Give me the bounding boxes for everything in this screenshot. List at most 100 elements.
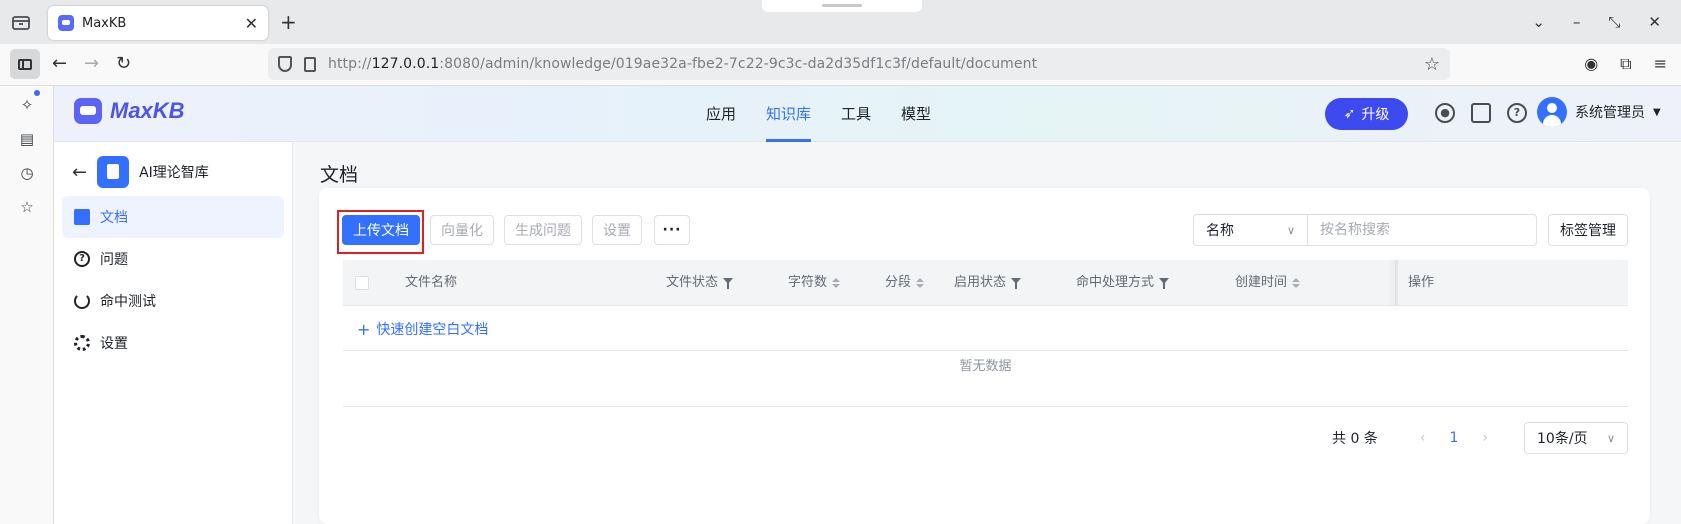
github-icon[interactable]: ● (1435, 103, 1455, 123)
close-window-icon[interactable]: ✕ (1648, 13, 1661, 31)
drag-handle[interactable] (762, 0, 922, 12)
total-count: 共 0 条 (1332, 431, 1378, 447)
col-hit-handling[interactable]: 命中处理方式 (1076, 260, 1170, 306)
plus-icon: + (357, 319, 371, 339)
row-divider (343, 350, 1628, 351)
maxkb-favicon-icon (58, 15, 74, 31)
page-info-icon[interactable] (304, 56, 316, 72)
tag-manage-button[interactable]: 标签管理 (1548, 214, 1628, 246)
pagination: 共 0 条 ‹ 1 › 10条/页 ∨ (1332, 422, 1628, 454)
col-enable-status[interactable]: 启用状态 (954, 260, 1022, 306)
browser-toolbar-right: ◉ ⧉ ≡ (1584, 54, 1667, 74)
nav-knowledge[interactable]: 知识库 (766, 86, 812, 142)
highlight-box (337, 210, 424, 254)
settings-button[interactable]: 设置 (592, 215, 642, 245)
new-tab-button[interactable]: + (280, 10, 297, 34)
back-arrow-icon[interactable]: ← (72, 162, 87, 183)
browser-tab[interactable]: MaxKB ✕ (48, 6, 268, 40)
nav-apps[interactable]: 应用 (706, 86, 736, 142)
nav-tools[interactable]: 工具 (841, 86, 871, 142)
knowledge-sidebar: ← AI理论智库 文档 ? 问题 命中测试 设置 (54, 142, 293, 524)
tab-title: MaxKB (82, 15, 127, 31)
minimize-icon[interactable]: – (1573, 13, 1581, 31)
back-icon[interactable]: ← (52, 53, 67, 74)
ai-sparkle-icon[interactable]: ✧ (18, 96, 36, 114)
col-segments[interactable]: 分段 (885, 260, 925, 306)
sidebar-toggle-button[interactable] (10, 49, 40, 79)
page-number[interactable]: 1 (1449, 430, 1458, 446)
nav-models[interactable]: 模型 (901, 86, 931, 142)
sidebar-item-documents[interactable]: 文档 (62, 196, 284, 238)
menu-icon[interactable]: ≡ (1654, 54, 1667, 74)
upgrade-label: 升级 (1361, 107, 1390, 123)
url-text[interactable]: http://127.0.0.1:8080/admin/knowledge/01… (328, 56, 1424, 72)
select-all-checkbox[interactable] (355, 276, 369, 290)
search-input[interactable] (1308, 215, 1536, 245)
chevron-down-icon: ∨ (1286, 223, 1295, 237)
question-icon: ? (74, 251, 90, 267)
logo-text: MaxKB (110, 98, 185, 123)
reload-icon[interactable]: ↻ (116, 53, 131, 74)
history-icon[interactable]: ◷ (18, 164, 36, 182)
bookmark-star-icon[interactable]: ☆ (1424, 54, 1440, 75)
extensions-icon[interactable]: ⧉ (1620, 54, 1631, 74)
table-header: 文件名称 文件状态 字符数 分段 启用状态 命中处理方式 创建时间 操作 (343, 260, 1628, 306)
search-field-select[interactable]: 名称 ∨ (1194, 215, 1308, 245)
rocket-icon: ➶ (1343, 106, 1356, 122)
browser-tab-strip: MaxKB ✕ + ⌄ – ⤡ ✕ (0, 0, 1681, 44)
upgrade-button[interactable]: ➶ 升级 (1325, 98, 1408, 130)
sort-icon[interactable] (1292, 278, 1301, 288)
filter-icon[interactable] (1159, 277, 1170, 289)
row-divider (343, 406, 1628, 407)
filter-icon[interactable] (723, 277, 734, 289)
user-name: 系统管理员 (1575, 105, 1645, 121)
shield-icon[interactable] (278, 56, 292, 72)
sort-icon[interactable] (916, 278, 925, 288)
search-field-value: 名称 (1206, 223, 1234, 239)
more-button[interactable]: ··· (654, 215, 690, 245)
hit-test-icon (74, 293, 90, 309)
sidebar-item-hit-test[interactable]: 命中测试 (62, 280, 284, 322)
page-size-select[interactable]: 10条/页 ∨ (1524, 422, 1628, 454)
window-controls: ⌄ – ⤡ ✕ (1532, 0, 1681, 44)
prev-page-icon[interactable]: ‹ (1420, 430, 1426, 446)
quick-create-label: 快速创建空白文档 (376, 322, 489, 338)
chevron-down-icon[interactable]: ⌄ (1532, 13, 1545, 31)
col-created-time[interactable]: 创建时间 (1235, 260, 1301, 306)
forward-icon[interactable]: → (84, 53, 99, 74)
user-menu[interactable]: 系统管理员 ▼ (1537, 97, 1661, 127)
url-prefix: http:// (328, 56, 372, 72)
vectorize-button[interactable]: 向量化 (430, 215, 494, 245)
generate-questions-button[interactable]: 生成问题 (504, 215, 582, 245)
sidebar-item-label: 命中测试 (100, 294, 156, 310)
bookmarks-icon[interactable]: ☆ (18, 198, 36, 216)
synced-tabs-icon[interactable]: ▤ (18, 130, 36, 148)
col-label: 字符数 (788, 275, 828, 290)
sidebar-item-label: 问题 (100, 252, 128, 268)
col-char-count[interactable]: 字符数 (788, 260, 841, 306)
col-label: 文件状态 (666, 275, 719, 290)
col-operations: 操作 (1395, 260, 1628, 306)
next-page-icon[interactable]: › (1482, 430, 1488, 446)
tab-list-icon[interactable] (10, 11, 32, 33)
caret-down-icon: ▼ (1653, 106, 1661, 118)
col-file-status[interactable]: 文件状态 (666, 260, 734, 306)
quick-create-link[interactable]: + 快速创建空白文档 (357, 319, 488, 339)
tab-close-icon[interactable]: ✕ (245, 14, 258, 33)
sidebar-item-questions[interactable]: ? 问题 (62, 238, 284, 280)
maxkb-app: MaxKB 应用 知识库 工具 模型 ➶ 升级 ● ? 系统管理员 ▼ ← AI… (54, 86, 1681, 524)
sidebar-item-settings[interactable]: 设置 (62, 322, 284, 364)
filter-icon[interactable] (1011, 277, 1022, 289)
help-icon[interactable]: ? (1507, 103, 1527, 123)
docs-book-icon[interactable] (1471, 103, 1491, 123)
sidebar-item-label: 文档 (100, 210, 128, 226)
logo[interactable]: MaxKB (74, 98, 185, 124)
restore-icon[interactable]: ⤡ (1608, 13, 1620, 31)
account-icon[interactable]: ◉ (1584, 54, 1598, 74)
robot-logo-icon (74, 98, 102, 124)
app-header: MaxKB 应用 知识库 工具 模型 ➶ 升级 ● ? 系统管理员 ▼ (54, 86, 1681, 142)
url-bar[interactable]: http://127.0.0.1:8080/admin/knowledge/01… (268, 48, 1450, 80)
document-icon (74, 209, 90, 225)
sort-icon[interactable] (832, 278, 841, 288)
browser-nav-bar: ← → ↻ http://127.0.0.1:8080/admin/knowle… (0, 44, 1681, 86)
